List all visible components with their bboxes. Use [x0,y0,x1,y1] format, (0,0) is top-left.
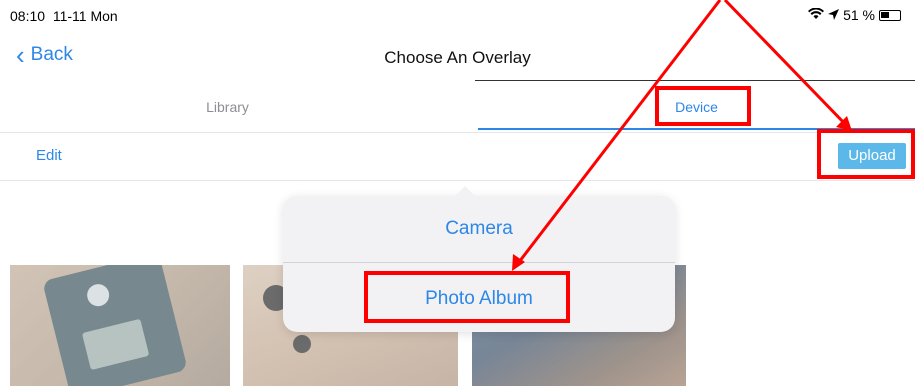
upload-button[interactable]: Upload [838,143,906,169]
navigation-bar: ‹ Back Choose An Overlay [0,34,915,80]
toolbar-divider [0,180,915,181]
status-clock: 08:10 [10,8,46,24]
source-tabs: Library Device [0,84,915,130]
photo-album-option[interactable]: Photo Album [283,288,675,310]
page-title: Choose An Overlay [384,48,531,67]
status-indicators: 51 % [808,7,901,23]
tab-library[interactable]: Library [0,84,455,130]
photo-thumbnail[interactable] [10,265,230,386]
camera-option[interactable]: Camera [283,218,675,240]
tab-device-indicator [478,128,915,130]
meter-knob [84,281,112,309]
upload-source-popover: Camera Photo Album [283,186,675,332]
wifi-icon [808,7,825,23]
meter-screen [81,318,150,371]
tabs-divider [0,132,915,133]
status-date: 11-11 Mon [52,8,118,24]
battery-icon [879,9,901,21]
location-arrow-icon [828,7,840,23]
status-time: 08:10 11-11 Mon [10,8,118,24]
photo-object [293,335,311,353]
popover-arrow [453,186,477,198]
popover-separator [283,262,675,263]
battery-percent: 51 % [843,7,875,23]
status-bar: 08:10 11-11 Mon 51 % [0,0,915,30]
nav-divider [475,80,915,81]
multimeter-image [42,265,188,386]
tab-device[interactable]: Device [478,84,915,130]
edit-button[interactable]: Edit [36,147,62,164]
